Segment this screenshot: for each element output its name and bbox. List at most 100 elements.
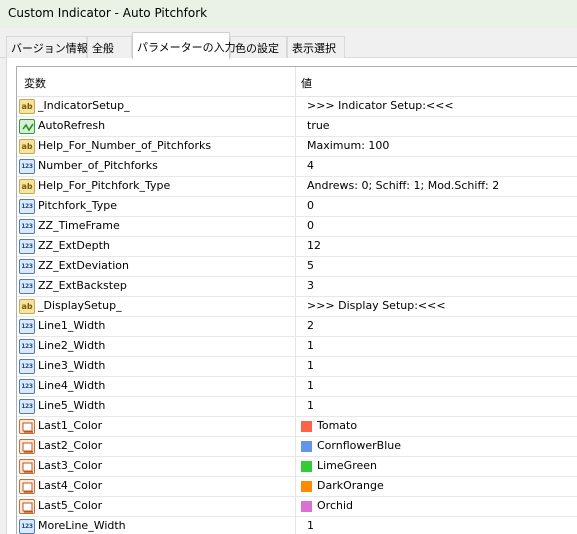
parameter-row[interactable]: ab _DisplaySetup_ >>> Display Setup:<<<: [17, 297, 577, 317]
grid-header: 変数 値: [17, 67, 577, 97]
parameter-row[interactable]: ab Help_For_Pitchfork_Type Andrews: 0; Sch…: [17, 177, 577, 197]
parameter-value[interactable]: 1: [307, 379, 314, 392]
parameter-row[interactable]: Last4_Color DarkOrange: [17, 477, 577, 497]
parameter-row[interactable]: AutoRefresh true: [17, 117, 577, 137]
parameter-value[interactable]: 0: [307, 219, 314, 232]
cell-divider: [295, 497, 296, 517]
parameter-value[interactable]: >>> Display Setup:<<<: [307, 299, 446, 312]
bool-param-icon: [19, 119, 35, 134]
parameter-row[interactable]: 123 Line5_Width 1: [17, 397, 577, 417]
parameter-row[interactable]: 123 ZZ_TimeFrame 0: [17, 217, 577, 237]
tab-input-parameters[interactable]: パラメーターの入力: [132, 32, 236, 59]
parameter-row[interactable]: 123 Number_of_Pitchforks 4: [17, 157, 577, 177]
color-param-icon: [19, 439, 35, 454]
string-param-icon: ab: [19, 299, 35, 314]
parameter-row[interactable]: 123 ZZ_ExtDeviation 5: [17, 257, 577, 277]
parameter-value[interactable]: CornflowerBlue: [317, 439, 401, 452]
title-bar: Custom Indicator - Auto Pitchfork: [0, 0, 577, 28]
integer-param-icon: 123: [19, 259, 35, 274]
integer-param-icon: 123: [19, 319, 35, 334]
parameter-value[interactable]: 1: [307, 339, 314, 352]
integer-param-icon: 123: [19, 239, 35, 254]
column-divider[interactable]: [295, 67, 296, 97]
cell-divider: [295, 217, 296, 237]
tab-display-selection[interactable]: 表示選択: [287, 36, 345, 58]
parameter-value[interactable]: LimeGreen: [317, 459, 377, 472]
parameter-row[interactable]: 123 MoreLine_Width 1: [17, 517, 577, 534]
cell-divider: [295, 377, 296, 397]
parameter-row[interactable]: Last5_Color Orchid: [17, 497, 577, 517]
parameter-row[interactable]: 123 Line4_Width 1: [17, 377, 577, 397]
parameter-row[interactable]: 123 Pitchfork_Type 0: [17, 197, 577, 217]
tab-color-settings[interactable]: 色の設定: [230, 36, 287, 58]
column-header-value[interactable]: 値: [301, 75, 312, 91]
cell-divider: [295, 357, 296, 377]
parameter-name: Last2_Color: [38, 439, 103, 452]
parameter-name: Line4_Width: [38, 379, 106, 392]
parameter-value[interactable]: Andrews: 0; Schiff: 1; Mod.Schiff: 2: [307, 179, 499, 192]
parameter-row[interactable]: Last1_Color Tomato: [17, 417, 577, 437]
cell-divider: [295, 137, 296, 157]
tab-label: 表示選択: [292, 42, 336, 55]
parameter-row[interactable]: 123 Line3_Width 1: [17, 357, 577, 377]
parameter-name: ZZ_ExtDepth: [38, 239, 110, 252]
parameter-row[interactable]: 123 ZZ_ExtDepth 12: [17, 237, 577, 257]
integer-param-icon: 123: [19, 219, 35, 234]
parameter-name: Last3_Color: [38, 459, 103, 472]
column-header-variable[interactable]: 変数: [24, 75, 46, 91]
tab-version-info[interactable]: バージョン情報: [6, 36, 88, 58]
cell-divider: [295, 337, 296, 357]
color-param-icon: [19, 499, 35, 514]
color-param-icon: [19, 479, 35, 494]
cell-divider: [295, 257, 296, 277]
integer-param-icon: 123: [19, 199, 35, 214]
cell-divider: [295, 477, 296, 497]
cell-divider: [295, 297, 296, 317]
parameter-value[interactable]: 0: [307, 199, 314, 212]
parameter-value[interactable]: Tomato: [317, 419, 357, 432]
parameter-value[interactable]: 2: [307, 319, 314, 332]
parameter-row[interactable]: 123 ZZ_ExtBackstep 3: [17, 277, 577, 297]
tab-general[interactable]: 全般: [87, 36, 132, 58]
parameter-value[interactable]: 5: [307, 259, 314, 272]
integer-param-icon: 123: [19, 339, 35, 354]
tab-label: 全般: [92, 42, 114, 55]
parameter-name: Last4_Color: [38, 479, 103, 492]
parameter-value[interactable]: 1: [307, 519, 314, 532]
parameter-value[interactable]: Maximum: 100: [307, 139, 389, 152]
cell-divider: [295, 517, 296, 534]
parameter-row[interactable]: 123 Line1_Width 2: [17, 317, 577, 337]
parameter-value[interactable]: DarkOrange: [317, 479, 384, 492]
cell-divider: [295, 457, 296, 477]
parameter-value[interactable]: 1: [307, 359, 314, 372]
parameter-name: ZZ_ExtBackstep: [38, 279, 127, 292]
parameter-value[interactable]: 3: [307, 279, 314, 292]
parameter-value[interactable]: 1: [307, 399, 314, 412]
tab-label: バージョン情報: [11, 42, 88, 55]
parameter-name: Last5_Color: [38, 499, 103, 512]
parameter-row[interactable]: ab Help_For_Number_of_Pitchforks Maximum: …: [17, 137, 577, 157]
parameter-value[interactable]: 12: [307, 239, 321, 252]
parameters-panel: 変数 値 ab _IndicatorSetup_ >>> Indicator Set…: [6, 58, 577, 534]
cell-divider: [295, 157, 296, 177]
parameter-row[interactable]: 123 Line2_Width 1: [17, 337, 577, 357]
parameter-row[interactable]: Last3_Color LimeGreen: [17, 457, 577, 477]
parameter-row[interactable]: ab _IndicatorSetup_ >>> Indicator Setup:<<…: [17, 97, 577, 117]
integer-param-icon: 123: [19, 379, 35, 394]
string-param-icon: ab: [19, 139, 35, 154]
integer-param-icon: 123: [19, 519, 35, 534]
parameter-name: Line3_Width: [38, 359, 106, 372]
parameter-name: Pitchfork_Type: [38, 199, 118, 212]
parameters-grid: 変数 値 ab _IndicatorSetup_ >>> Indicator Set…: [16, 66, 577, 534]
cell-divider: [295, 97, 296, 117]
parameter-value[interactable]: Orchid: [317, 499, 353, 512]
parameter-value[interactable]: 4: [307, 159, 314, 172]
parameter-name: Line2_Width: [38, 339, 106, 352]
tab-label: パラメーターの入力: [137, 41, 236, 54]
color-swatch: [301, 421, 312, 432]
parameter-row[interactable]: Last2_Color CornflowerBlue: [17, 437, 577, 457]
parameter-name: ZZ_ExtDeviation: [38, 259, 129, 272]
parameter-value[interactable]: true: [307, 119, 330, 132]
parameter-value[interactable]: >>> Indicator Setup:<<<: [307, 99, 454, 112]
parameter-name: Line1_Width: [38, 319, 106, 332]
